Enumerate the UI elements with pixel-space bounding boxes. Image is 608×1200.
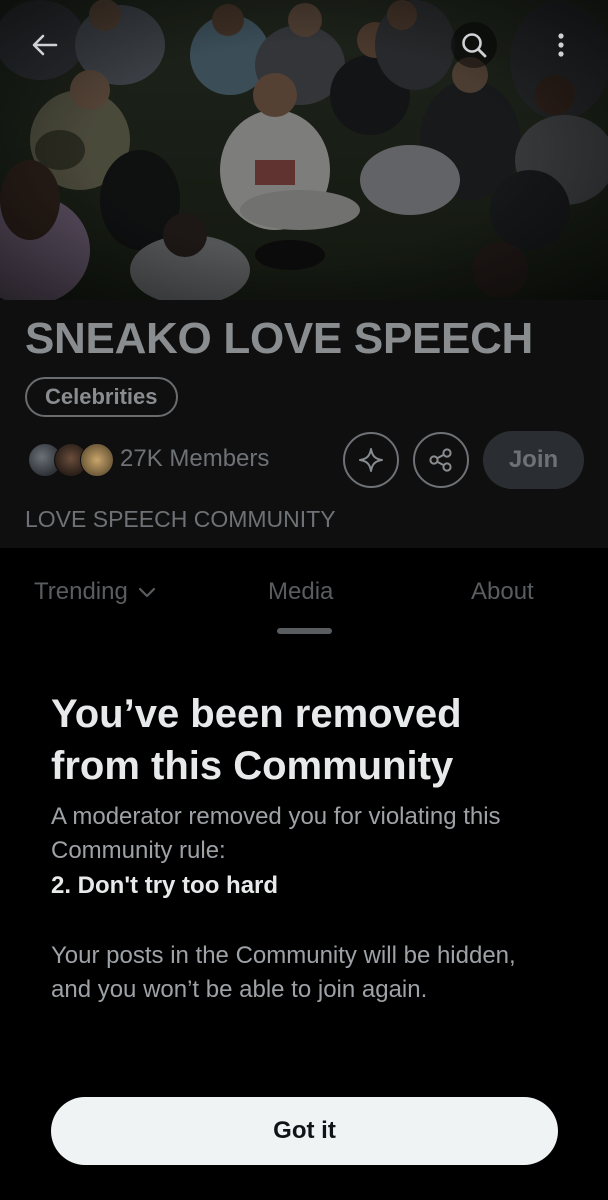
community-description: LOVE SPEECH COMMUNITY: [25, 506, 336, 532]
removed-notice-sheet: You’ve been removed from this Community …: [0, 636, 608, 1200]
tab-media[interactable]: Media: [268, 578, 333, 606]
violated-rule: 2. Don't try too hard: [51, 872, 279, 899]
notice-title: You’ve been removed from this Community: [51, 692, 462, 788]
arrow-left-icon: [32, 34, 58, 56]
more-vertical-icon: [558, 33, 564, 57]
notice-note: Your posts in the Community will be hidd…: [51, 942, 516, 1003]
notice-body: A moderator removed you for violating th…: [51, 803, 501, 864]
tab-trending[interactable]: Trending: [34, 578, 158, 606]
search-icon: [462, 33, 487, 58]
community-info: SNEAKO LOVE SPEECH Celebrities 27K Membe…: [0, 300, 608, 548]
member-count[interactable]: 27K Members: [120, 445, 269, 473]
category-chip[interactable]: Celebrities: [25, 377, 178, 417]
share-button[interactable]: [413, 432, 469, 488]
avatar: [80, 443, 114, 477]
search-button[interactable]: [451, 22, 497, 68]
tab-about[interactable]: About: [471, 578, 534, 606]
sparkle-button[interactable]: [343, 432, 399, 488]
community-title: SNEAKO LOVE SPEECH: [25, 314, 534, 363]
tab-label: Media: [268, 578, 334, 605]
more-options-button[interactable]: [538, 22, 584, 68]
banner-photo: [0, 0, 608, 300]
tab-label: About: [471, 578, 534, 605]
active-tab-indicator: [277, 628, 332, 634]
member-avatars[interactable]: [28, 443, 114, 477]
share-icon: [429, 448, 452, 472]
tab-label: Trending: [34, 578, 128, 605]
join-button[interactable]: Join: [483, 431, 584, 489]
back-button[interactable]: [22, 22, 68, 68]
community-banner: [0, 0, 608, 300]
chevron-down-icon: [138, 587, 155, 598]
tab-bar: Trending Media About: [0, 548, 608, 636]
sparkle-icon: [359, 448, 383, 472]
got-it-button[interactable]: Got it: [51, 1097, 558, 1165]
